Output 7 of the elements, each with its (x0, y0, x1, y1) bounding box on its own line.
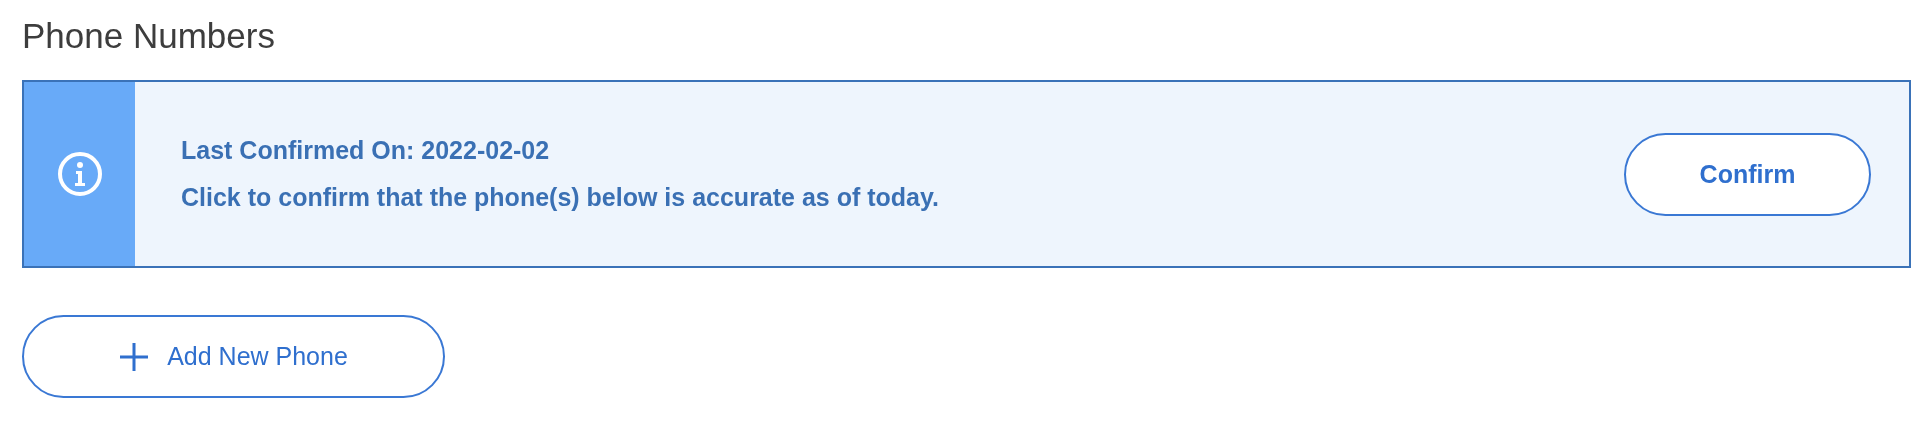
confirm-button[interactable]: Confirm (1624, 132, 1871, 216)
notice-heading: Last Confirmed On: 2022-02-02 (181, 136, 551, 165)
plus-icon (119, 341, 150, 372)
section-title: Phone Numbers (22, 15, 276, 57)
notice-message: Click to confirm that the phone(s) below is accurate as of today. (181, 183, 940, 212)
info-icon (56, 151, 103, 197)
add-phone-button[interactable]: Add New Phone (22, 315, 445, 398)
